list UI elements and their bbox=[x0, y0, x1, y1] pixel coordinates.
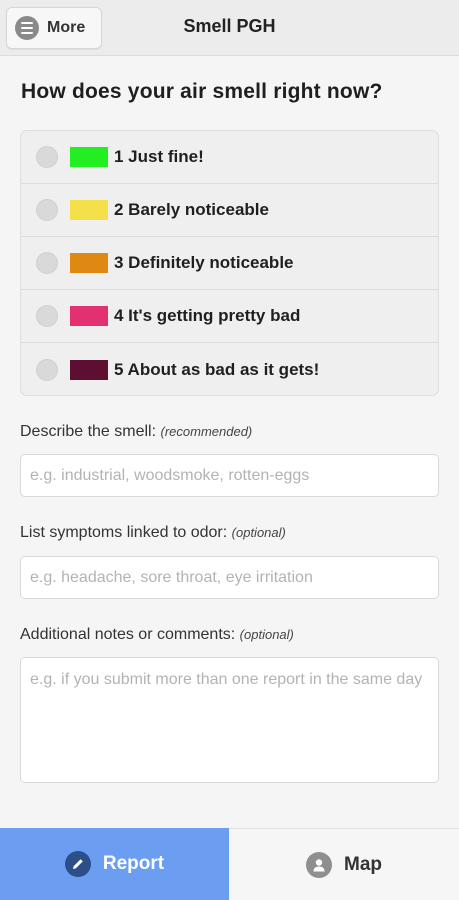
describe-smell-label: Describe the smell: (recommended) bbox=[20, 423, 252, 441]
smell-option-1[interactable]: 1 Just fine! bbox=[21, 131, 438, 184]
option-label: 3 Definitely noticeable bbox=[114, 253, 294, 272]
symptoms-label: List symptoms linked to odor: (optional) bbox=[20, 524, 286, 542]
smell-option-3[interactable]: 3 Definitely noticeable bbox=[21, 237, 438, 290]
option-label: 2 Barely noticeable bbox=[114, 200, 269, 219]
pencil-icon bbox=[64, 851, 91, 877]
person-icon bbox=[306, 851, 332, 878]
symptoms-input[interactable] bbox=[20, 556, 439, 599]
smell-option-4[interactable]: 4 It's getting pretty bad bbox=[21, 290, 438, 343]
smell-option-5[interactable]: 5 About as bad as it gets! bbox=[21, 343, 438, 395]
tab-map-label: Map bbox=[344, 853, 382, 875]
radio-button[interactable] bbox=[36, 252, 58, 274]
notes-textarea[interactable] bbox=[20, 657, 439, 783]
describe-smell-note: (recommended) bbox=[160, 424, 253, 439]
describe-smell-label-text: Describe the smell: bbox=[20, 423, 157, 440]
notes-label: Additional notes or comments: (optional) bbox=[20, 626, 294, 644]
tab-report-label: Report bbox=[102, 853, 165, 874]
smell-rating-list: 1 Just fine! 2 Barely noticeable 3 Defin… bbox=[20, 130, 439, 396]
color-swatch bbox=[70, 147, 108, 167]
radio-button[interactable] bbox=[36, 146, 58, 168]
radio-button[interactable] bbox=[36, 199, 58, 221]
app-screen: More Smell PGH How does your air smell r… bbox=[0, 0, 459, 900]
option-label: 5 About as bad as it gets! bbox=[114, 359, 320, 379]
top-bar: More Smell PGH bbox=[0, 0, 459, 56]
more-button[interactable]: More bbox=[6, 7, 102, 49]
menu-icon bbox=[15, 16, 39, 40]
radio-button[interactable] bbox=[36, 305, 58, 327]
smell-option-2[interactable]: 2 Barely noticeable bbox=[21, 184, 438, 237]
radio-button[interactable] bbox=[36, 358, 58, 381]
symptoms-label-text: List symptoms linked to odor: bbox=[20, 524, 228, 541]
more-button-label: More bbox=[47, 19, 86, 36]
notes-note: (optional) bbox=[239, 627, 294, 642]
symptoms-note: (optional) bbox=[231, 525, 286, 540]
bottom-tab-bar: Report Map bbox=[0, 828, 459, 900]
color-swatch bbox=[70, 200, 108, 220]
tab-map[interactable]: Map bbox=[229, 828, 459, 900]
notes-label-text: Additional notes or comments: bbox=[20, 626, 236, 643]
option-label: 4 It's getting pretty bad bbox=[114, 306, 301, 325]
color-swatch bbox=[70, 359, 108, 380]
option-label: 1 Just fine! bbox=[114, 147, 204, 166]
color-swatch bbox=[70, 306, 108, 326]
color-swatch bbox=[70, 253, 108, 273]
smell-question: How does your air smell right now? bbox=[21, 80, 383, 103]
tab-report[interactable]: Report bbox=[0, 828, 229, 900]
describe-smell-input[interactable] bbox=[20, 454, 439, 497]
